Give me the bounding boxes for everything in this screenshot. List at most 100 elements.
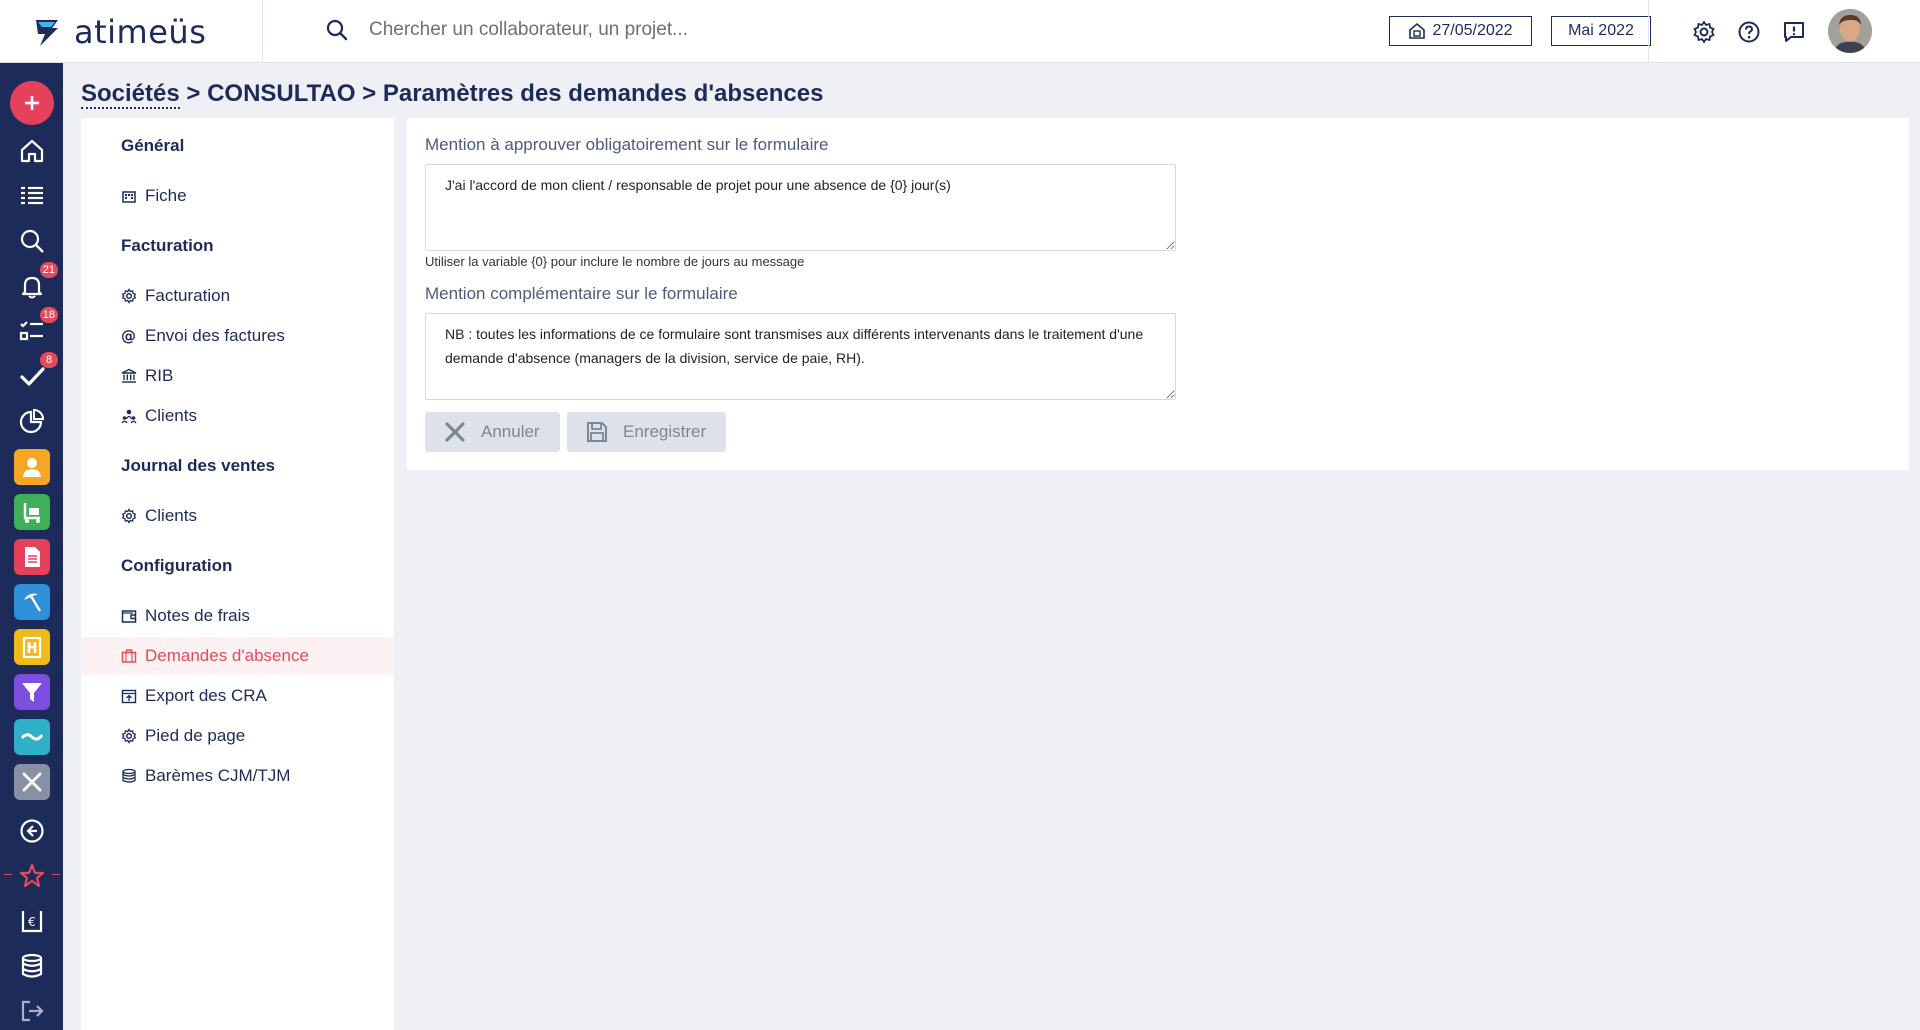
save-button[interactable]: Enregistrer <box>567 412 726 452</box>
tools-icon <box>22 772 42 792</box>
expense-euro-icon: € <box>21 911 43 933</box>
app-projects[interactable] <box>14 629 50 665</box>
avatar-photo-icon <box>1828 9 1872 53</box>
rail-reports[interactable] <box>12 401 52 441</box>
feedback-icon[interactable] <box>1782 20 1806 44</box>
help-icon[interactable] <box>1737 20 1761 44</box>
building-h-icon <box>22 636 42 659</box>
home-icon <box>20 139 44 163</box>
at-icon: @ <box>121 328 136 344</box>
app-documents[interactable] <box>14 539 50 575</box>
logo[interactable]: atimeüs <box>28 10 206 54</box>
rail-back[interactable] <box>12 811 52 851</box>
subnav-item-envoi-factures[interactable]: @ Envoi des factures <box>81 317 394 355</box>
check-icon <box>20 367 45 386</box>
divider <box>262 0 263 63</box>
subnav-item-journal-clients[interactable]: Clients <box>81 497 394 535</box>
validations-badge: 8 <box>40 352 58 368</box>
search-input[interactable] <box>369 19 969 41</box>
rail-database[interactable] <box>12 946 52 986</box>
period-value: Mai 2022 <box>1568 22 1634 39</box>
search-icon <box>20 229 44 253</box>
mandatory-mention-textarea[interactable]: J'ai l'accord de mon client / responsabl… <box>425 164 1176 251</box>
subnav-item-label: Facturation <box>145 286 231 305</box>
subnav-item-fiche[interactable]: Fiche <box>81 177 394 215</box>
save-button-label: Enregistrer <box>623 422 707 441</box>
logo-text: atimeüs <box>74 13 207 51</box>
cart-icon <box>23 503 40 523</box>
breadcrumb-current: > CONSULTAO > Paramètres des demandes d'… <box>179 80 824 107</box>
logout-icon <box>21 1000 44 1022</box>
user-avatar[interactable] <box>1828 9 1872 53</box>
rail-validations[interactable]: 8 <box>12 352 58 396</box>
document-icon <box>25 547 40 567</box>
cancel-button[interactable]: Annuler <box>425 412 560 452</box>
subnav-item-export-cra[interactable]: Export des CRA <box>81 677 394 715</box>
tasks-badge: 18 <box>39 307 58 323</box>
app-collaborators[interactable] <box>14 449 50 485</box>
notifications-badge: 21 <box>39 262 58 278</box>
beach-umbrella-icon <box>24 593 42 612</box>
app-pipeline[interactable] <box>14 674 50 710</box>
add-button[interactable] <box>10 81 54 125</box>
subnav-item-label: Export des CRA <box>145 686 267 705</box>
calendar-export-icon <box>121 689 137 704</box>
app-settings[interactable] <box>14 764 50 800</box>
settings-subnav: Général Fiche Facturation Facturation @ … <box>81 118 394 1030</box>
top-bar: atimeüs 27/05/2022 Mai 2022 <box>0 0 1920 63</box>
plus-icon <box>25 96 39 110</box>
rail-favorites[interactable] <box>12 856 52 896</box>
app-purchases[interactable] <box>14 494 50 530</box>
subnav-item-label: Envoi des factures <box>145 326 285 345</box>
rail-logout[interactable] <box>12 991 52 1030</box>
gear-icon <box>121 508 137 524</box>
rail-search[interactable] <box>12 221 52 261</box>
close-icon <box>445 422 465 442</box>
star-icon <box>19 863 45 888</box>
subnav-item-pied-page[interactable]: Pied de page <box>81 717 394 755</box>
gear-icon[interactable] <box>1692 20 1716 44</box>
date-picker[interactable]: 27/05/2022 <box>1389 16 1532 46</box>
absence-settings-form: Mention à approuver obligatoirement sur … <box>407 118 1909 470</box>
suitcase-icon <box>121 649 137 663</box>
subnav-item-label: Clients <box>145 506 197 525</box>
checklist-icon <box>19 321 43 341</box>
wave-icon <box>20 733 44 741</box>
chart-pie-icon <box>19 408 45 434</box>
app-absences[interactable] <box>14 584 50 620</box>
rail-tasks[interactable]: 18 <box>12 307 58 351</box>
breadcrumb-societes-link[interactable]: Sociétés <box>81 80 180 109</box>
divider <box>4 874 12 875</box>
left-rail: 21 18 8 € <box>0 63 63 1030</box>
building-icon <box>122 191 136 203</box>
divider <box>52 874 60 875</box>
rail-list[interactable] <box>12 176 52 216</box>
subnav-item-label: Barèmes CJM/TJM <box>145 766 291 785</box>
wallet-icon <box>121 610 137 623</box>
subnav-item-label: Fiche <box>145 186 187 205</box>
section-configuration: Configuration <box>121 556 233 575</box>
section-general: Général <box>121 136 185 155</box>
subnav-item-baremes[interactable]: Barèmes CJM/TJM <box>81 757 394 795</box>
funnel-icon <box>22 683 42 702</box>
search-icon[interactable] <box>325 18 349 42</box>
rail-notifications[interactable]: 21 <box>12 262 58 306</box>
gear-icon <box>121 728 137 744</box>
subnav-item-notes-frais[interactable]: Notes de frais <box>81 597 394 635</box>
rail-expenses[interactable]: € <box>12 901 52 941</box>
database-icon <box>122 768 136 783</box>
subnav-item-rib[interactable]: RIB <box>81 357 394 395</box>
database-icon <box>21 953 43 978</box>
rail-home[interactable] <box>12 131 52 171</box>
bank-icon <box>121 368 137 383</box>
subnav-item-facturation[interactable]: Facturation <box>81 277 394 315</box>
complementary-mention-textarea[interactable]: NB : toutes les informations de ce formu… <box>425 313 1176 400</box>
subnav-item-demandes-absence[interactable]: Demandes d'absence <box>81 637 394 675</box>
person-icon <box>23 458 41 477</box>
subnav-item-label: Pied de page <box>145 726 246 745</box>
search-bar <box>325 18 969 42</box>
app-finance[interactable] <box>14 719 50 755</box>
subnav-item-clients[interactable]: Clients <box>81 397 394 435</box>
section-journal-ventes: Journal des ventes <box>121 456 276 475</box>
period-picker[interactable]: Mai 2022 <box>1551 16 1651 46</box>
